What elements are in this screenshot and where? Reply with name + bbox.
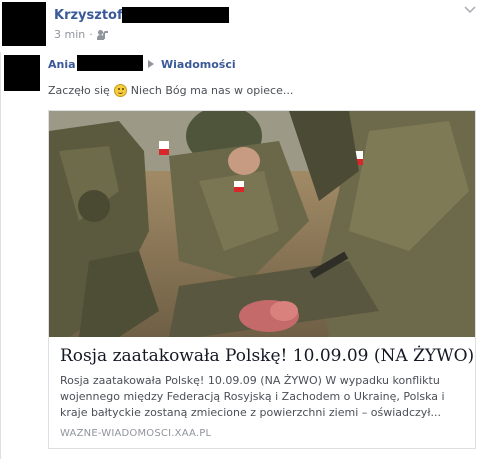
- post-text-before: Zaczęło się: [48, 84, 110, 97]
- redaction-bar: [122, 7, 229, 23]
- link-preview-card[interactable]: Rosja zaatakowała Polskę! 10.09.09 (NA Ż…: [48, 110, 476, 449]
- post-meta: 3 min ·: [54, 28, 109, 41]
- soldiers-photo: [49, 111, 475, 337]
- chevron-down-icon[interactable]: [462, 4, 478, 16]
- link-domain: WAZNE-WIADOMOSCI.XAA.PL: [60, 428, 212, 439]
- author-name[interactable]: Krzysztof J: [54, 8, 132, 23]
- sharer-name[interactable]: Ania: [48, 58, 76, 71]
- link-description: Rosja zaatakowała Polskę! 10.09.09 (NA Ż…: [60, 373, 464, 421]
- meta-separator: ·: [89, 28, 93, 41]
- author-avatar[interactable]: [2, 2, 46, 46]
- sharer-avatar[interactable]: [4, 55, 40, 91]
- arrow-right-icon: [148, 60, 154, 68]
- post-timestamp[interactable]: 3 min: [54, 28, 85, 41]
- link-preview-image[interactable]: [49, 111, 475, 337]
- link-title[interactable]: Rosja zaatakowała Polskę! 10.09.09 (NA Ż…: [60, 346, 474, 366]
- facebook-post: Krzysztof J 3 min · Ania Wiadomości Zacz…: [0, 0, 490, 459]
- left-divider: [0, 52, 1, 459]
- friends-icon[interactable]: [96, 29, 109, 40]
- link-description-line: kraje bałtyckie zostaną zmiecione z powi…: [60, 406, 441, 419]
- target-page-name[interactable]: Wiadomości: [161, 58, 236, 71]
- post-text-after: Niech Bóg ma nas w opiece...: [130, 84, 294, 97]
- post-text: Zaczęło się Niech Bóg ma nas w opiece...: [48, 84, 293, 97]
- smiley-icon: [113, 84, 127, 97]
- link-description-line: Rosja zaatakowała Polskę! 10.09.09 (NA Ż…: [60, 374, 440, 387]
- redaction-bar: [77, 55, 143, 71]
- link-description-line: wojennego między Federacją Rosyjską i Za…: [60, 390, 445, 403]
